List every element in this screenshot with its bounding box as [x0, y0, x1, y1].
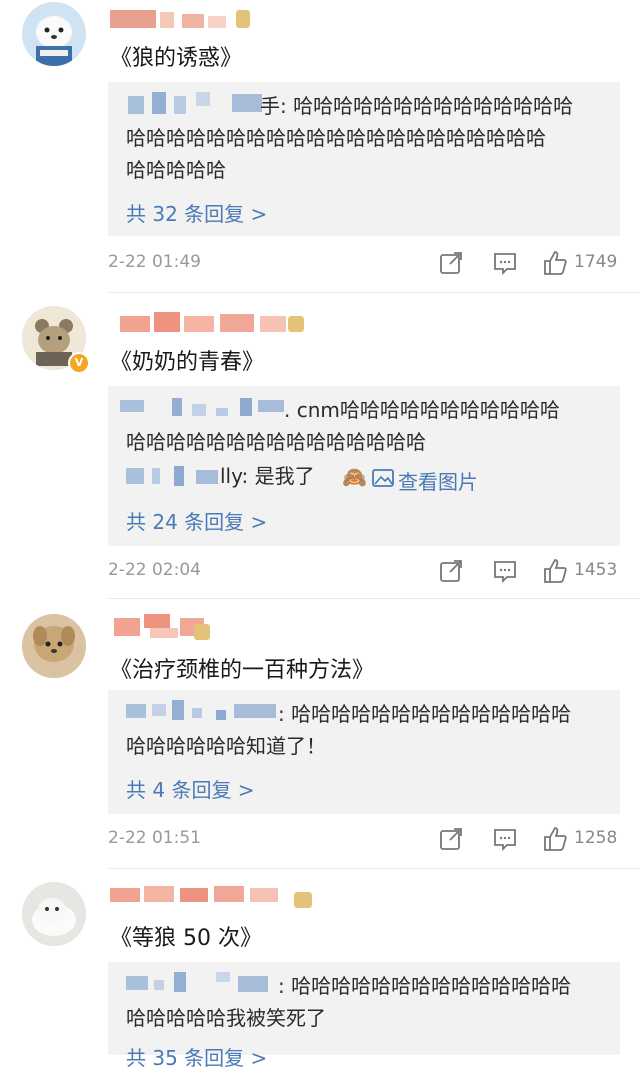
reply-text: 哈哈哈哈哈哈哈哈哈哈哈哈哈哈哈	[126, 430, 426, 454]
post-title: 《奶奶的青春》	[110, 350, 265, 375]
username-masked[interactable]	[110, 312, 310, 334]
post-title: 《等狼 50 次》	[110, 926, 262, 951]
view-replies-link[interactable]: 共 24 条回复 >	[126, 506, 267, 535]
avatar-image	[22, 614, 86, 678]
reply-box[interactable]: : 哈哈哈哈哈哈哈哈哈哈哈哈哈哈 哈哈哈哈哈我被笑死了 共 35 条回复 >	[108, 962, 620, 1070]
avatar-image	[22, 2, 86, 66]
timestamp: 2-22 01:49	[108, 252, 201, 272]
view-replies-link[interactable]: 共 4 条回复 >	[126, 774, 255, 803]
avatar-image	[22, 882, 86, 946]
reply-box[interactable]: : 哈哈哈哈哈哈哈哈哈哈哈哈哈哈 哈哈哈哈哈哈知道了！ 共 4 条回复 >	[108, 690, 620, 814]
divider	[108, 292, 640, 293]
username-masked[interactable]	[110, 8, 310, 30]
comment-meta: 2-22 01:51 1258	[108, 826, 620, 856]
view-image-link[interactable]: 查看图片	[398, 466, 478, 495]
like-count: 1258	[574, 828, 618, 848]
reply-text: 哈哈哈哈哈	[126, 158, 226, 182]
replier-name-masked	[120, 400, 144, 412]
post-title: 《狼的诱惑》	[110, 46, 243, 71]
verified-badge-icon: V	[68, 352, 90, 374]
reply-text: lly: 是我了	[220, 464, 315, 488]
timestamp: 2-22 01:51	[108, 828, 201, 848]
avatar[interactable]	[22, 882, 86, 946]
comment-icon[interactable]	[492, 558, 518, 584]
replier-name-masked	[128, 96, 144, 114]
username-masked[interactable]	[110, 614, 310, 640]
share-icon[interactable]	[438, 558, 464, 584]
replier-name-masked	[126, 468, 144, 484]
monkey-emoji-icon: 🙈	[342, 465, 367, 489]
reply-box[interactable]: 手: 哈哈哈哈哈哈哈哈哈哈哈哈哈哈 哈哈哈哈哈哈哈哈哈哈哈哈哈哈哈哈哈哈哈哈哈 …	[108, 82, 620, 236]
thumbs-up-icon[interactable]	[542, 558, 568, 584]
thumbs-up-icon[interactable]	[542, 250, 568, 276]
comment-icon[interactable]	[492, 250, 518, 276]
comment-meta: 2-22 01:49 1749	[108, 250, 620, 280]
replier-name-masked	[126, 976, 148, 990]
divider	[108, 598, 640, 599]
reply-text: 手: 哈哈哈哈哈哈哈哈哈哈哈哈哈哈	[260, 94, 574, 118]
reply-text: . cnm哈哈哈哈哈哈哈哈哈哈哈	[284, 398, 560, 422]
post-title: 《治疗颈椎的一百种方法》	[110, 658, 375, 683]
reply-text: 哈哈哈哈哈哈知道了！	[126, 734, 326, 758]
username-masked[interactable]	[110, 884, 312, 908]
reply-text: : 哈哈哈哈哈哈哈哈哈哈哈哈哈哈	[278, 702, 572, 726]
avatar[interactable]	[22, 614, 86, 678]
like-count: 1453	[574, 560, 618, 580]
thumbs-up-icon[interactable]	[542, 826, 568, 852]
reply-box[interactable]: . cnm哈哈哈哈哈哈哈哈哈哈哈 哈哈哈哈哈哈哈哈哈哈哈哈哈哈哈 lly: 是我…	[108, 386, 620, 546]
share-icon[interactable]	[438, 250, 464, 276]
comment-icon[interactable]	[492, 826, 518, 852]
reply-text: : 哈哈哈哈哈哈哈哈哈哈哈哈哈哈	[278, 974, 572, 998]
timestamp: 2-22 02:04	[108, 560, 201, 580]
view-replies-link[interactable]: 共 32 条回复 >	[126, 198, 267, 227]
reply-text: 哈哈哈哈哈我被笑死了	[126, 1006, 326, 1030]
image-icon[interactable]	[372, 468, 394, 488]
comment-meta: 2-22 02:04 1453	[108, 558, 620, 588]
like-count: 1749	[574, 252, 618, 272]
share-icon[interactable]	[438, 826, 464, 852]
avatar[interactable]	[22, 2, 86, 66]
reply-text: 哈哈哈哈哈哈哈哈哈哈哈哈哈哈哈哈哈哈哈哈哈	[126, 126, 546, 150]
replier-name-masked	[126, 704, 146, 718]
divider	[108, 868, 640, 869]
view-replies-link[interactable]: 共 35 条回复 >	[126, 1042, 267, 1071]
